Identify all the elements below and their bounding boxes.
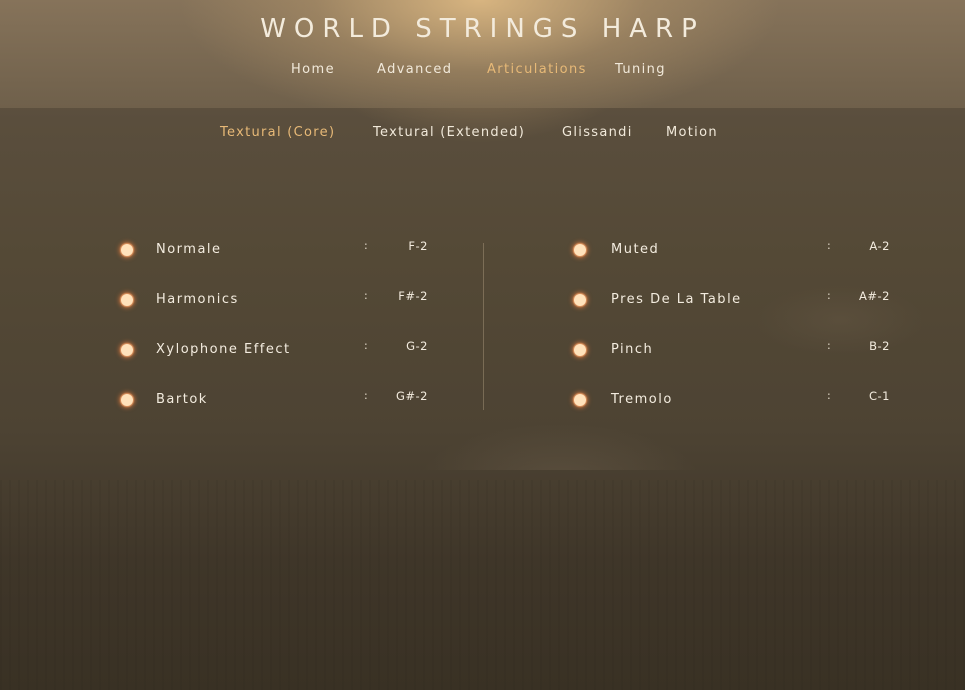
articulation-indicator[interactable] xyxy=(574,244,586,256)
main-tab-bar: Home Advanced Articulations Tuning xyxy=(0,62,965,80)
key-separator: : xyxy=(827,389,831,402)
articulation-row-pres-de-la-table[interactable]: Pres De La Table : A#-2 xyxy=(571,288,901,312)
articulation-label: Normale xyxy=(156,242,222,257)
tab-advanced[interactable]: Advanced xyxy=(377,62,452,77)
subtab-textural-extended[interactable]: Textural (Extended) xyxy=(373,125,525,140)
key-separator: : xyxy=(364,239,368,252)
key-switch-value: G#-2 xyxy=(395,389,428,403)
articulation-indicator[interactable] xyxy=(121,294,133,306)
key-separator: : xyxy=(364,289,368,302)
articulation-label: Harmonics xyxy=(156,292,239,307)
key-separator: : xyxy=(827,289,831,302)
subtab-motion[interactable]: Motion xyxy=(666,125,718,140)
tab-articulations[interactable]: Articulations xyxy=(487,62,587,77)
key-switch-value: A#-2 xyxy=(859,289,890,303)
key-switch-value: B-2 xyxy=(869,339,890,353)
column-divider xyxy=(483,243,484,410)
articulation-indicator[interactable] xyxy=(121,394,133,406)
articulation-indicator[interactable] xyxy=(121,344,133,356)
articulation-label: Pinch xyxy=(611,342,654,357)
articulation-row-bartok[interactable]: Bartok : G#-2 xyxy=(118,388,438,412)
articulation-row-pinch[interactable]: Pinch : B-2 xyxy=(571,338,901,362)
tab-home[interactable]: Home xyxy=(291,62,335,77)
tab-tuning[interactable]: Tuning xyxy=(615,62,666,77)
articulation-row-harmonics[interactable]: Harmonics : F#-2 xyxy=(118,288,438,312)
articulation-row-muted[interactable]: Muted : A-2 xyxy=(571,238,901,262)
subtab-textural-core[interactable]: Textural (Core) xyxy=(220,125,335,140)
articulation-label: Muted xyxy=(611,242,660,257)
articulation-row-tremolo[interactable]: Tremolo : C-1 xyxy=(571,388,901,412)
articulation-indicator[interactable] xyxy=(574,394,586,406)
articulation-indicator[interactable] xyxy=(121,244,133,256)
key-separator: : xyxy=(827,339,831,352)
articulation-label: Xylophone Effect xyxy=(156,342,291,357)
subtab-glissandi[interactable]: Glissandi xyxy=(562,125,633,140)
articulation-label: Tremolo xyxy=(611,392,673,407)
header-bar: WORLD STRINGS HARP Home Advanced Articul… xyxy=(0,0,965,108)
articulation-label: Pres De La Table xyxy=(611,292,742,307)
key-separator: : xyxy=(364,339,368,352)
articulation-indicator[interactable] xyxy=(574,344,586,356)
key-switch-value: G-2 xyxy=(406,339,428,353)
key-switch-value: F-2 xyxy=(408,239,428,253)
key-switch-value: C-1 xyxy=(869,389,890,403)
articulation-indicator[interactable] xyxy=(574,294,586,306)
key-switch-value: A-2 xyxy=(869,239,890,253)
key-separator: : xyxy=(364,389,368,402)
articulation-label: Bartok xyxy=(156,392,208,407)
key-switch-value: F#-2 xyxy=(398,289,428,303)
background-reeds xyxy=(0,480,965,690)
key-separator: : xyxy=(827,239,831,252)
articulation-row-normale[interactable]: Normale : F-2 xyxy=(118,238,438,262)
articulation-row-xylophone-effect[interactable]: Xylophone Effect : G-2 xyxy=(118,338,438,362)
app-title: WORLD STRINGS HARP xyxy=(260,14,705,44)
sub-tab-bar: Textural (Core) Textural (Extended) Glis… xyxy=(0,125,965,143)
